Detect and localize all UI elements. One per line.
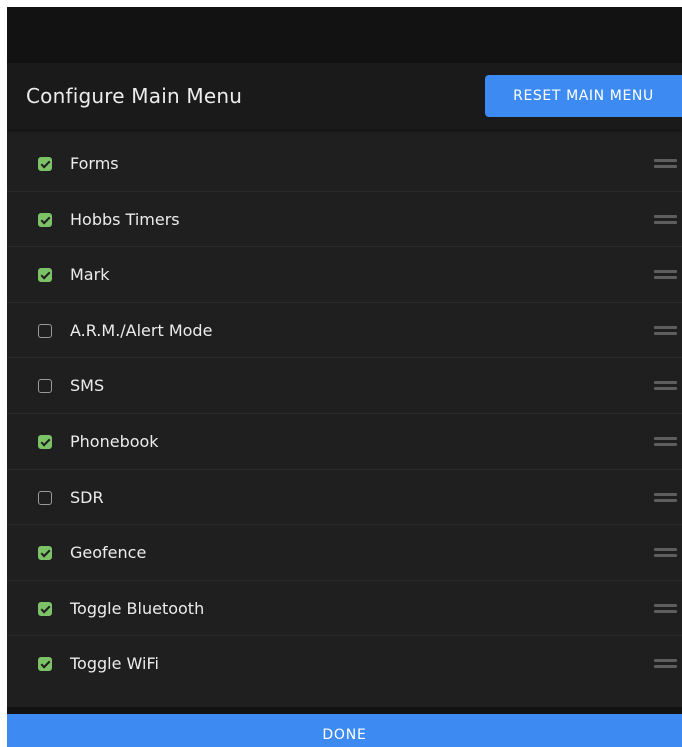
- drag-handle-icon[interactable]: [654, 659, 677, 669]
- drag-handle-icon[interactable]: [654, 159, 677, 169]
- drag-handle-bar: [654, 387, 677, 391]
- checkbox-checked-icon[interactable]: [38, 268, 52, 283]
- drag-handle-bar: [654, 270, 677, 274]
- drag-handle-bar: [654, 609, 677, 613]
- drag-handle-bar: [654, 159, 677, 162]
- menu-item-row[interactable]: Geofence: [7, 525, 682, 581]
- dialog-header: Configure Main Menu RESET MAIN MENU: [7, 63, 682, 129]
- drag-handle-icon[interactable]: [654, 214, 677, 225]
- reset-main-menu-button[interactable]: RESET MAIN MENU: [485, 75, 682, 117]
- menu-item-row[interactable]: Mark: [7, 247, 682, 303]
- menu-item-label: SDR: [70, 487, 104, 507]
- menu-item-label: Phonebook: [70, 431, 159, 451]
- menu-item-label: SMS: [70, 376, 105, 396]
- checkbox-checked-icon[interactable]: [38, 212, 52, 227]
- menu-item-label: Geofence: [70, 543, 147, 563]
- drag-handle-bar: [654, 331, 677, 335]
- drag-handle-icon[interactable]: [654, 325, 677, 336]
- drag-handle-bar: [654, 325, 677, 329]
- menu-item-label: Hobbs Timers: [70, 209, 180, 229]
- checkbox-checked-icon[interactable]: [38, 657, 52, 672]
- menu-item-row[interactable]: SMS: [7, 358, 682, 414]
- drag-handle-icon[interactable]: [654, 270, 677, 280]
- drag-handle-icon[interactable]: [654, 381, 677, 391]
- menu-item-list: Forms Hobbs Timers Mark A.R.M./Alert Mode SM…: [7, 136, 682, 692]
- menu-item-row[interactable]: Toggle WiFi: [7, 636, 682, 692]
- menu-item-label: Toggle WiFi: [70, 654, 159, 674]
- drag-handle-icon[interactable]: [654, 436, 677, 447]
- drag-handle-icon[interactable]: [654, 548, 677, 558]
- checkbox-checked-icon[interactable]: [38, 157, 52, 171]
- menu-item-label: Forms: [70, 154, 119, 173]
- top-bar: [7, 7, 682, 63]
- page-title: Configure Main Menu: [26, 84, 243, 108]
- checkbox-unchecked-icon[interactable]: [38, 379, 52, 394]
- drag-handle-icon[interactable]: [654, 603, 677, 614]
- menu-item-row[interactable]: Forms: [7, 136, 682, 192]
- menu-item-label: Mark: [70, 265, 110, 285]
- drag-handle-bar: [654, 548, 677, 552]
- menu-item-label: A.R.M./Alert Mode: [70, 320, 213, 340]
- drag-handle-bar: [654, 492, 677, 496]
- menu-item-row[interactable]: Phonebook: [7, 414, 682, 470]
- checkbox-checked-icon[interactable]: [38, 601, 52, 616]
- drag-handle-bar: [654, 498, 677, 502]
- checkbox-unchecked-icon[interactable]: [38, 323, 52, 338]
- menu-item-row[interactable]: Hobbs Timers: [7, 192, 682, 248]
- drag-handle-bar: [654, 165, 677, 168]
- done-button[interactable]: DONE: [7, 714, 682, 747]
- menu-item-label: Toggle Bluetooth: [70, 598, 205, 618]
- drag-handle-bar: [654, 381, 677, 385]
- drag-handle-bar: [654, 436, 677, 440]
- menu-item-row[interactable]: SDR: [7, 470, 682, 526]
- drag-handle-icon[interactable]: [654, 492, 677, 503]
- checkbox-checked-icon[interactable]: [38, 434, 52, 449]
- drag-handle-bar: [654, 603, 677, 607]
- drag-handle-bar: [654, 554, 677, 558]
- menu-item-row[interactable]: Toggle Bluetooth: [7, 581, 682, 637]
- drag-handle-bar: [654, 442, 677, 446]
- drag-handle-bar: [654, 220, 677, 224]
- configure-menu-dialog: Configure Main Menu RESET MAIN MENU Form…: [7, 7, 682, 747]
- drag-handle-bar: [654, 276, 677, 280]
- menu-item-row[interactable]: A.R.M./Alert Mode: [7, 303, 682, 359]
- checkbox-checked-icon[interactable]: [38, 546, 52, 561]
- drag-handle-bar: [654, 214, 677, 218]
- drag-handle-bar: [654, 665, 677, 669]
- drag-handle-bar: [654, 659, 677, 663]
- footer-divider: [7, 707, 682, 714]
- checkbox-unchecked-icon[interactable]: [38, 490, 52, 505]
